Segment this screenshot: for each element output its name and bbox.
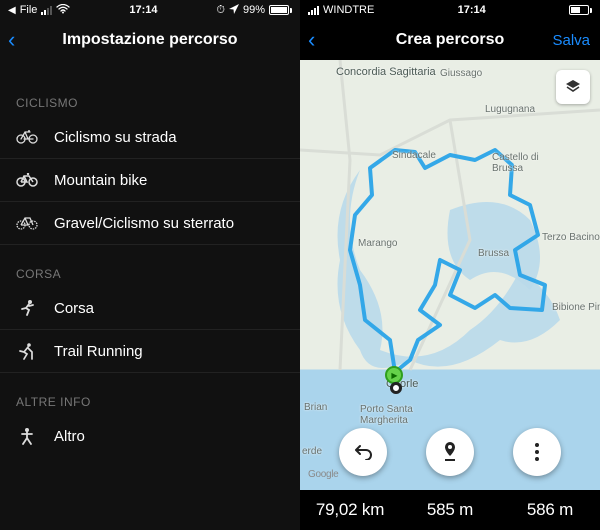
bike-road-icon	[16, 126, 38, 148]
settings-list: CICLISMO Ciclismo su strada Mountain bik…	[0, 60, 300, 457]
row-run[interactable]: Corsa	[0, 287, 300, 330]
map-label: Terzo Bacino	[542, 232, 600, 243]
battery-icon	[269, 5, 292, 15]
map-label: Concordia Sagittaria	[336, 66, 436, 78]
page-title: Crea percorso	[396, 31, 505, 49]
map-label: Marango	[358, 238, 397, 249]
row-other[interactable]: Altro	[0, 415, 300, 457]
section-header: CORSA	[0, 245, 300, 287]
route-stats: 79,02 km 585 m 586 m	[300, 490, 600, 530]
map-toolbar	[300, 428, 600, 476]
map-label: Brian	[304, 402, 327, 413]
status-bar: WINDTRE 17:14	[300, 0, 600, 20]
stat-ascent: 585 m	[400, 500, 500, 520]
battery-pct: 99%	[243, 4, 265, 16]
back-button[interactable]: ‹	[8, 29, 15, 51]
alarm-icon: ⏱	[216, 4, 225, 17]
section-header: ALTRE INFO	[0, 373, 300, 415]
row-trail[interactable]: Trail Running	[0, 330, 300, 373]
map-label: Castello di Brussa	[492, 152, 552, 174]
row-label: Ciclismo su strada	[54, 129, 177, 146]
bike-mtb-icon	[16, 169, 38, 191]
row-gravel[interactable]: Gravel/Ciclismo su sterrato	[0, 202, 300, 245]
page-title: Impostazione percorso	[62, 31, 237, 49]
settings-pane: ◀ File 17:14 ⏱ 99% ‹ Impostazione percor…	[0, 0, 300, 530]
runner-icon	[16, 297, 38, 319]
create-route-pane: WINDTRE 17:14 ‹ Crea percorso Salva Conc…	[300, 0, 600, 530]
back-button[interactable]: ‹	[308, 29, 315, 51]
person-icon	[16, 425, 38, 447]
skier-icon	[16, 340, 38, 362]
row-label: Corsa	[54, 300, 94, 317]
more-vertical-icon	[534, 442, 540, 462]
nav-bar: ‹ Impostazione percorso	[0, 20, 300, 60]
bike-gravel-icon	[16, 212, 38, 234]
carrier-label: File	[20, 4, 38, 16]
row-label: Mountain bike	[54, 172, 147, 189]
undo-button[interactable]	[339, 428, 387, 476]
map-label: Sindacale	[392, 150, 436, 161]
map-label: Lugugnana	[485, 104, 535, 115]
pin-icon	[442, 441, 458, 463]
nav-bar: ‹ Crea percorso Salva	[300, 20, 600, 60]
row-label: Gravel/Ciclismo su sterrato	[54, 215, 234, 232]
map-canvas	[300, 60, 600, 490]
layers-icon	[564, 78, 582, 96]
map[interactable]: Concordia Sagittaria Giussago Lugugnana …	[300, 60, 600, 490]
location-icon	[229, 4, 239, 17]
signal-icon	[41, 6, 52, 15]
map-label: Brussa	[478, 248, 509, 259]
status-time: 17:14	[458, 4, 486, 16]
map-layers-button[interactable]	[556, 70, 590, 104]
stat-descent: 586 m	[500, 500, 600, 520]
battery-icon	[569, 5, 592, 15]
wifi-icon	[56, 4, 70, 17]
row-label: Trail Running	[54, 343, 143, 360]
add-pin-button[interactable]	[426, 428, 474, 476]
route-end-pin[interactable]	[390, 382, 402, 394]
status-bar: ◀ File 17:14 ⏱ 99%	[0, 0, 300, 20]
row-label: Altro	[54, 428, 85, 445]
stat-distance: 79,02 km	[300, 500, 400, 520]
status-time: 17:14	[129, 4, 157, 16]
save-button[interactable]: Salva	[552, 32, 590, 49]
more-button[interactable]	[513, 428, 561, 476]
signal-icon	[308, 6, 319, 15]
row-road-cycling[interactable]: Ciclismo su strada	[0, 116, 300, 159]
carrier-label: WINDTRE	[323, 4, 374, 16]
map-label: Giussago	[440, 68, 482, 79]
section-header: CICLISMO	[0, 60, 300, 116]
map-label: Porto Santa Margherita	[360, 404, 430, 426]
map-label: Bibione Pine	[552, 302, 600, 313]
back-app-caret[interactable]: ◀	[8, 5, 16, 16]
undo-icon	[352, 444, 374, 460]
row-mtb[interactable]: Mountain bike	[0, 159, 300, 202]
